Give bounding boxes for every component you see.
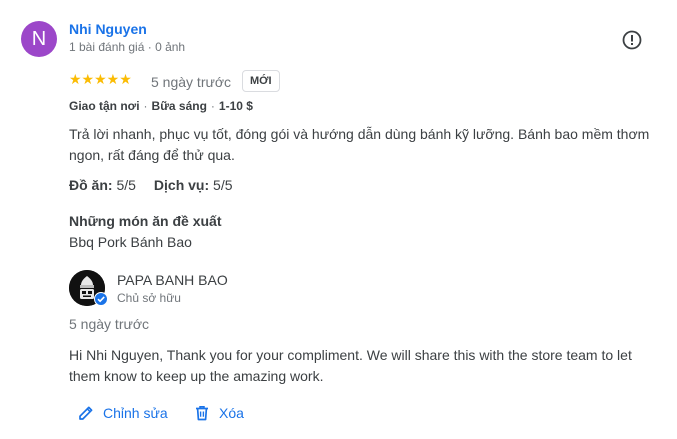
owner-reply-text: Hi Nhi Nguyen, Thank you for your compli… [69,347,632,384]
owner-name[interactable]: PAPA BANH BAO [117,272,228,288]
reviewer-meta: 1 bài đánh giá · 0 ảnh [69,40,186,54]
separator: · [143,99,148,113]
edit-label: Chỉnh sửa [103,405,168,421]
food-score: 5/5 [116,177,136,193]
owner-reply-time: 5 ngày trước [69,316,150,332]
reviewer-name[interactable]: Nhi Nguyen [69,21,147,37]
service-score: 5/5 [213,177,233,193]
review-time: 5 ngày trước [151,74,232,90]
new-badge: MỚI [242,70,280,92]
food-label: Đồ ăn: [69,177,113,193]
delete-button[interactable]: Xóa [193,402,244,424]
owner-avatar[interactable] [69,270,108,306]
report-button[interactable] [620,28,644,52]
owner-role: Chủ sở hữu [117,291,181,305]
verified-badge-icon [94,292,108,306]
sub-ratings: Đồ ăn: 5/5 Dịch vụ: 5/5 [69,177,233,193]
tag-meal: Bữa sáng [151,99,207,113]
pencil-icon [79,406,93,420]
trash-icon [196,406,208,421]
tag-price: 1-10 $ [218,99,253,113]
delete-label: Xóa [219,405,244,421]
star-rating: ★★★★★ [69,71,132,87]
tag-delivery: Giao tận nơi [69,99,140,113]
separator: · [210,99,215,113]
service-label: Dịch vụ: [153,177,210,193]
alert-circle-icon [622,30,642,50]
recommended-heading: Những món ăn đề xuất [69,213,222,229]
reviewer-avatar[interactable]: N [21,21,57,57]
recommended-dish: Bbq Pork Bánh Bao [69,234,192,250]
edit-button[interactable]: Chỉnh sửa [77,402,168,424]
review-text: Trả lời nhanh, phục vụ tốt, đóng gói và … [69,126,650,163]
review-tags: Giao tận nơi · Bữa sáng · 1-10 $ [69,99,253,113]
